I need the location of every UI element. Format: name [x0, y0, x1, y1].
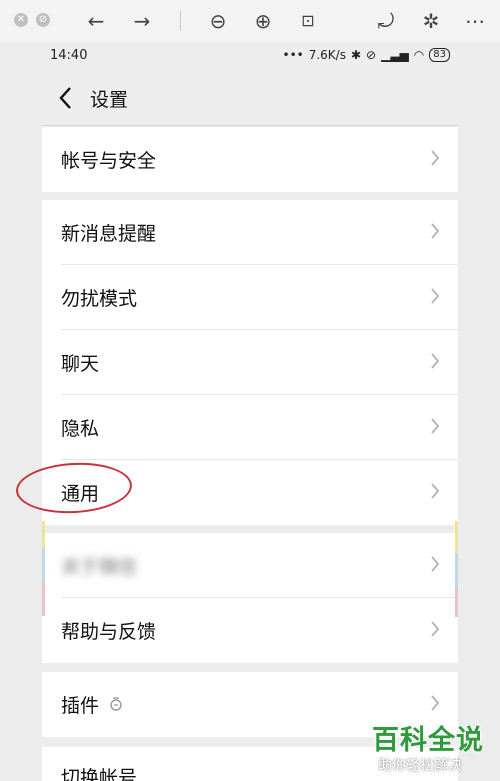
more-dots: ••• — [282, 48, 304, 62]
list-item-do-not-disturb[interactable]: 勿扰模式 — [42, 265, 458, 330]
list-item-label: 隐私 — [61, 418, 100, 440]
close-window-icon[interactable]: ✕ — [14, 13, 28, 27]
watermark-title: 百科全说 — [372, 725, 484, 756]
edge-decoration — [42, 582, 45, 616]
bluetooth-icon: ✱ — [350, 48, 362, 62]
chevron-right-icon — [430, 352, 440, 370]
status-indicators: ••• 7.6K/s ✱ ⊘ ▁▃▅ ◠ 83 — [282, 48, 450, 62]
back-arrow-icon[interactable]: ← — [84, 9, 108, 33]
plugin-badge-icon — [108, 696, 124, 712]
edge-decoration — [455, 521, 458, 553]
list-item-label: 帮助与反馈 — [61, 621, 157, 643]
settings-group-about: 关于微信 帮助与反馈 — [42, 533, 458, 663]
list-item-label: 关于微信 — [61, 556, 138, 578]
edge-decoration — [455, 587, 458, 617]
list-item-label: 新消息提醒 — [61, 223, 157, 245]
edge-decoration — [455, 553, 458, 587]
list-item-label: 帐号与安全 — [61, 150, 157, 172]
rotate-icon[interactable]: ⤾ — [374, 9, 398, 33]
chevron-right-icon — [430, 149, 440, 167]
back-chevron-icon[interactable] — [56, 84, 76, 112]
list-item-account-security[interactable]: 帐号与安全 — [42, 127, 458, 192]
more-options-icon[interactable]: ⋯ — [463, 9, 487, 33]
nav-bar: 设置 — [42, 70, 458, 126]
chevron-right-icon — [430, 694, 440, 712]
list-item-privacy[interactable]: 隐私 — [42, 395, 458, 460]
list-item-label: 切换帐号 — [61, 767, 138, 781]
network-speed: 7.6K/s — [308, 48, 346, 62]
list-item-chat[interactable]: 聊天 — [42, 330, 458, 395]
watermark: 百科全说 助你轻松解决 — [372, 718, 492, 775]
zoom-in-icon[interactable]: ⊕ — [251, 9, 275, 33]
settings-group-account: 帐号与安全 — [42, 127, 458, 192]
phone-screen: 14:40 ••• 7.6K/s ✱ ⊘ ▁▃▅ ◠ 83 设置 帐号与安全 新… — [42, 42, 458, 781]
page-title: 设置 — [90, 89, 129, 111]
list-item-label: 勿扰模式 — [61, 288, 138, 310]
status-time: 14:40 — [50, 48, 88, 63]
chevron-right-icon — [430, 620, 440, 638]
chevron-right-icon — [430, 417, 440, 435]
list-item-help-feedback[interactable]: 帮助与反馈 — [42, 598, 458, 663]
list-item-new-message-alerts[interactable]: 新消息提醒 — [42, 200, 458, 265]
chevron-right-icon — [430, 482, 440, 500]
chevron-right-icon — [430, 287, 440, 305]
minimize-window-icon[interactable]: ⊘ — [36, 13, 50, 27]
battery-indicator: 83 — [429, 48, 450, 62]
chevron-right-icon — [430, 222, 440, 240]
list-item-about[interactable]: 关于微信 — [42, 533, 458, 598]
toolbar-divider — [180, 11, 181, 31]
zoom-out-icon[interactable]: ⊖ — [206, 9, 230, 33]
forward-arrow-icon[interactable]: → — [130, 9, 154, 33]
list-item-label: 插件 — [61, 695, 100, 717]
chevron-right-icon — [430, 555, 440, 573]
fit-to-window-icon[interactable]: ⊡ — [296, 9, 320, 33]
edge-decoration — [42, 521, 45, 548]
list-item-label: 聊天 — [61, 353, 100, 375]
watermark-subtitle: 助你轻松解决 — [378, 758, 462, 774]
wifi-icon: ◠ — [413, 48, 425, 62]
viewer-toolbar: ✕ ⊘ ← → ⊖ ⊕ ⊡ ⤾ ✲ ⋯ — [0, 0, 500, 42]
status-bar: 14:40 ••• 7.6K/s ✱ ⊘ ▁▃▅ ◠ 83 — [42, 42, 458, 70]
vibrate-icon: ⊘ — [366, 48, 377, 62]
magic-wand-icon[interactable]: ✲ — [419, 9, 443, 33]
signal-icon: ▁▃▅ — [381, 48, 409, 62]
edge-decoration — [42, 548, 45, 582]
